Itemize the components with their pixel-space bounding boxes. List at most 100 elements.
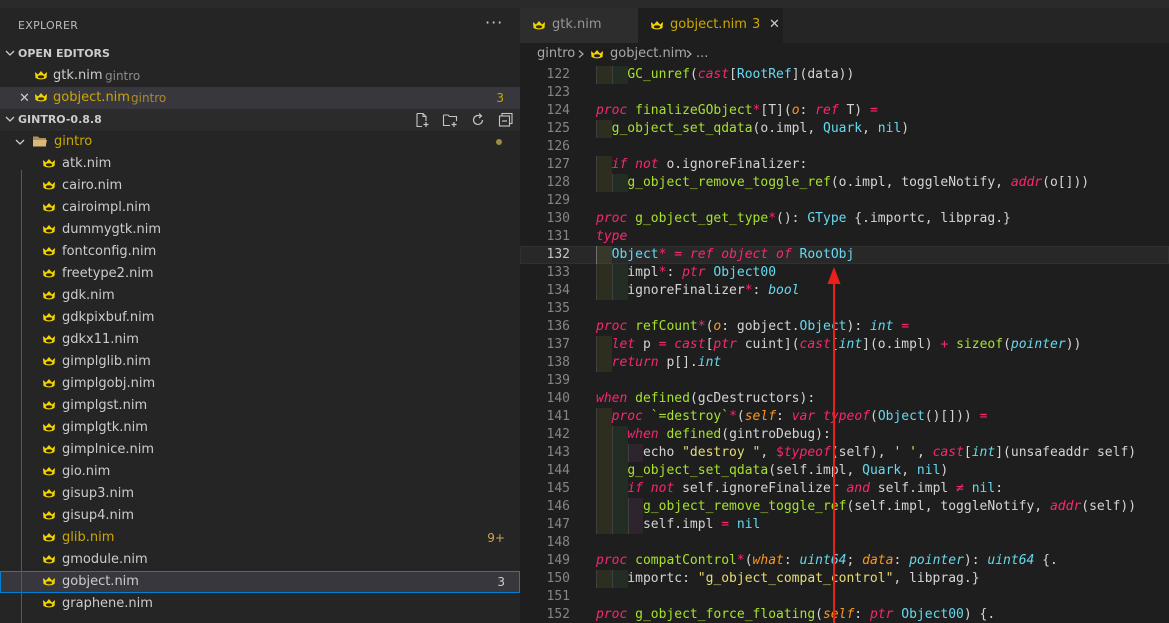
chevron-down-icon <box>5 116 15 122</box>
file-item[interactable]: gimplgtk.nim <box>0 417 520 439</box>
code-line[interactable]: 150 importc: "g_object_compat_control", … <box>520 570 1169 588</box>
file-item[interactable]: gdkpixbuf.nim <box>0 307 520 329</box>
code-line[interactable]: 123 <box>520 84 1169 102</box>
line-number: 138 <box>546 355 570 370</box>
line-number: 135 <box>546 301 570 316</box>
file-item[interactable]: gio.nim <box>0 461 520 483</box>
nim-file-icon <box>533 21 545 30</box>
open-editor-item[interactable]: gtk.nim gintro <box>0 65 520 87</box>
code-text: proc compatControl*(what: uint64; data: … <box>596 553 1058 568</box>
file-item[interactable]: gimplglib.nim <box>0 351 520 373</box>
code-line[interactable]: 149 proc compatControl*(what: uint64; dat… <box>520 552 1169 570</box>
file-item[interactable]: gdkx11.nim <box>0 329 520 351</box>
code-line[interactable]: 147 self.impl = nil <box>520 516 1169 534</box>
code-line[interactable]: 128 g_object_remove_toggle_ref(o.impl, t… <box>520 174 1169 192</box>
code-line[interactable]: 131 type <box>520 228 1169 246</box>
line-number: 151 <box>546 589 570 604</box>
file-item[interactable]: gimplgobj.nim <box>0 373 520 395</box>
line-number: 145 <box>546 481 570 496</box>
file-item[interactable]: gimplgst.nim <box>0 395 520 417</box>
line-number: 147 <box>546 517 570 532</box>
file-item[interactable]: dummygtk.nim <box>0 219 520 241</box>
file-item[interactable]: gimplnice.nim <box>0 439 520 461</box>
file-name: gisup4.nim <box>62 508 135 523</box>
more-actions-icon[interactable]: ··· <box>485 13 503 32</box>
tab-gtk[interactable]: gtk.nim <box>520 8 638 43</box>
line-number: 144 <box>546 463 570 478</box>
code-line[interactable]: 127 if not o.ignoreFinalizer: <box>520 156 1169 174</box>
title-bar <box>0 0 1169 8</box>
open-editor-item-active[interactable]: ✕ gobject.nim gintro 3 <box>0 87 520 109</box>
folder-section[interactable]: GINTRO-0.8.8 <box>0 109 520 131</box>
file-item[interactable]: atk.nim <box>0 153 520 175</box>
code-text: proc finalizeGObject*[T](o: ref T) = <box>596 103 878 118</box>
refresh-icon[interactable] <box>470 112 486 128</box>
line-number: 127 <box>546 157 570 172</box>
subfolder-row[interactable]: gintro <box>0 131 520 153</box>
file-item[interactable]: gmodule.nim <box>0 549 520 571</box>
code-line[interactable]: 132 Object* = ref object of RootObj <box>520 246 1169 264</box>
file-item[interactable]: fontconfig.nim <box>0 241 520 263</box>
file-item[interactable]: graphene.nim <box>0 593 520 615</box>
code-line[interactable]: 148 <box>520 534 1169 552</box>
file-name: gio.nim <box>62 464 111 479</box>
code-text: g_object_remove_toggle_ref(self.impl, to… <box>642 499 1137 514</box>
file-item[interactable]: gisup3.nim <box>0 483 520 505</box>
code-line[interactable]: 152 proc g_object_force_floating(self: pt… <box>520 606 1169 623</box>
new-folder-icon[interactable] <box>442 112 458 128</box>
code-line[interactable]: 122 GC_unref(cast[RootRef](data)) <box>520 66 1169 84</box>
open-editors-section[interactable]: OPEN EDITORS <box>0 43 520 65</box>
chevron-down-icon <box>5 50 15 56</box>
code-line[interactable]: 145 if not self.ignoreFinalizer and self… <box>520 480 1169 498</box>
file-name: gisup3.nim <box>62 486 135 501</box>
close-icon[interactable]: ✕ <box>769 17 780 32</box>
file-name: freetype2.nim <box>62 266 154 281</box>
code-line[interactable]: 125 g_object_set_qdata(o.impl, Quark, ni… <box>520 120 1169 138</box>
code-line[interactable]: 140 when defined(gcDestructors): <box>520 390 1169 408</box>
file-name: gdk.nim <box>62 288 115 303</box>
nim-file-icon <box>43 445 55 454</box>
nim-file-icon <box>43 291 55 300</box>
code-text: GC_unref(cast[RootRef](data)) <box>627 67 855 82</box>
code-line[interactable]: 138 return p[].int <box>520 354 1169 372</box>
breadcrumb-folder[interactable]: gintro <box>537 46 575 61</box>
code-line[interactable]: 136 proc refCount*(o: gobject.Object): in… <box>520 318 1169 336</box>
file-name: dummygtk.nim <box>62 222 162 237</box>
new-file-icon[interactable] <box>414 112 430 128</box>
code-line[interactable]: 133 impl*: ptr Object00 <box>520 264 1169 282</box>
code-line[interactable]: 135 <box>520 300 1169 318</box>
code-line[interactable]: 144 g_object_set_qdata(self.impl, Quark,… <box>520 462 1169 480</box>
code-line[interactable]: 137 let p = cast[ptr cuint](cast[int](o.… <box>520 336 1169 354</box>
breadcrumb-file[interactable]: gobject.nim <box>610 46 687 61</box>
close-icon[interactable]: ✕ <box>19 91 30 106</box>
nim-file-icon <box>43 511 55 520</box>
code-line[interactable]: 126 <box>520 138 1169 156</box>
code-line[interactable]: 143 echo "destroy ", $typeof(self), ' ',… <box>520 444 1169 462</box>
nim-file-icon <box>43 555 55 564</box>
file-item[interactable]: freetype2.nim <box>0 263 520 285</box>
file-name: gimplgobj.nim <box>62 376 156 391</box>
file-item[interactable]: gobject.nim 3 <box>0 571 520 593</box>
line-number: 122 <box>546 67 570 82</box>
code-line[interactable]: 146 g_object_remove_toggle_ref(self.impl… <box>520 498 1169 516</box>
collapse-all-icon[interactable] <box>498 112 514 128</box>
nim-file-icon <box>43 269 55 278</box>
code-line[interactable]: 134 ignoreFinalizer*: bool <box>520 282 1169 300</box>
explorer-header: EXPLORER ··· <box>0 8 520 43</box>
code-line[interactable]: 141 proc `=destroy`*(self: var typeof(Ob… <box>520 408 1169 426</box>
code-line[interactable]: 129 <box>520 192 1169 210</box>
file-item[interactable]: gdk.nim <box>0 285 520 307</box>
code-editor[interactable]: 122 GC_unref(cast[RootRef](data)) 123 124 p… <box>520 66 1169 623</box>
file-item[interactable]: gisup4.nim <box>0 505 520 527</box>
file-item[interactable]: cairoimpl.nim <box>0 197 520 219</box>
file-item[interactable]: glib.nim 9+ <box>0 527 520 549</box>
nim-file-icon <box>43 313 55 322</box>
code-line[interactable]: 151 <box>520 588 1169 606</box>
code-line[interactable]: 130 proc g_object_get_type*(): GType {.im… <box>520 210 1169 228</box>
code-line[interactable]: 124 proc finalizeGObject*[T](o: ref T) = <box>520 102 1169 120</box>
breadcrumb-symbols[interactable]: ... <box>696 46 708 61</box>
code-line[interactable]: 139 <box>520 372 1169 390</box>
code-line[interactable]: 142 when defined(gintroDebug): <box>520 426 1169 444</box>
tab-gobject[interactable]: gobject.nim 3 ✕ <box>638 8 783 43</box>
file-item[interactable]: cairo.nim <box>0 175 520 197</box>
